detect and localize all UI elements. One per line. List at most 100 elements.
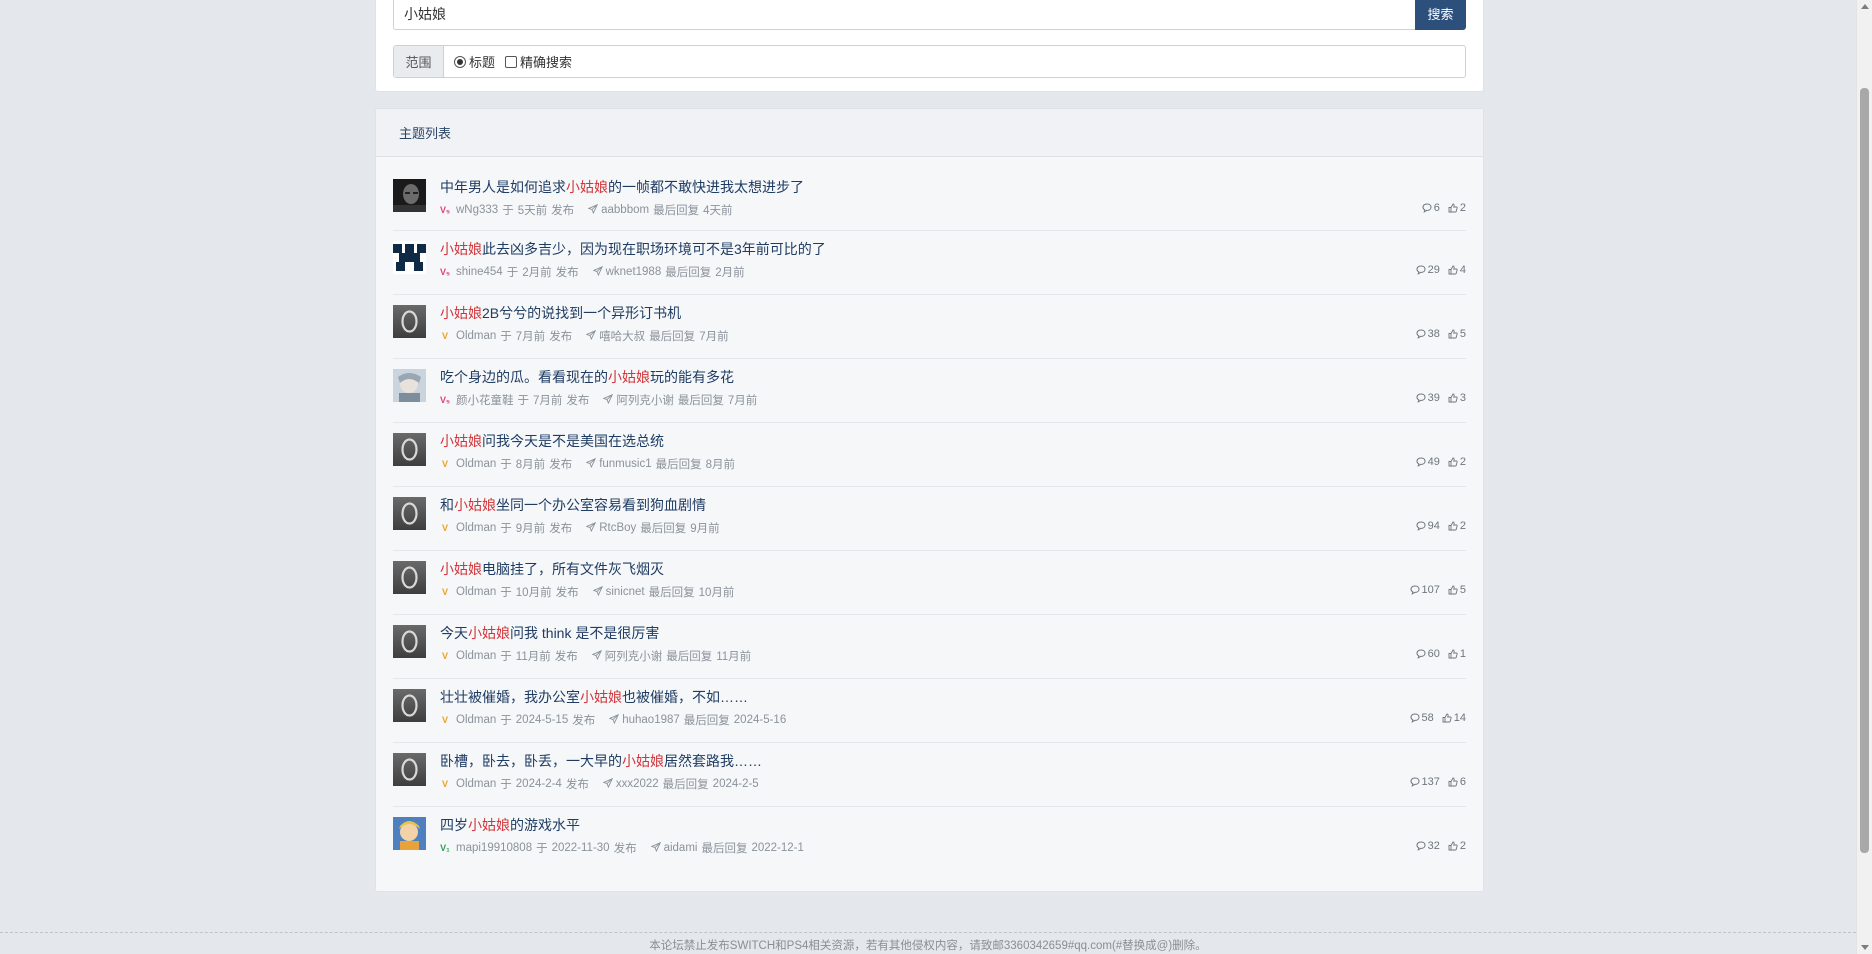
published-word: 发布	[555, 587, 579, 599]
search-input[interactable]	[393, 0, 1415, 30]
thread-meta: V₅ 颜小花童鞋于 7月前 发布 阿列克小谢 最后回复 7月前	[440, 392, 757, 408]
author-name[interactable]: Oldman	[456, 714, 496, 726]
published-word: 发布	[565, 779, 589, 791]
option-title[interactable]: 标题	[454, 52, 495, 71]
user-level-badge-icon: V₅	[439, 204, 451, 215]
thread-title[interactable]: 吃个身边的瓜。看看现在的小姑娘玩的能有多花	[440, 367, 734, 387]
scrollbar-thumb[interactable]	[1860, 88, 1869, 853]
thread-title[interactable]: 小姑娘2B兮兮的说找到一个异形订书机	[440, 303, 681, 323]
last-replier[interactable]: 阿列克小谢	[616, 392, 674, 408]
at-word: 于	[500, 523, 512, 535]
title-keyword-highlight: 小姑娘	[622, 753, 664, 769]
author-name[interactable]: wNg333	[456, 204, 498, 216]
option-exact[interactable]: 精确搜索	[505, 52, 572, 71]
last-reply-word: 最后回复	[701, 843, 748, 855]
thread-row: 今天小姑娘问我 think 是不是很厉害 V Oldman 于 11月前 发布 阿列克小谢最…	[393, 615, 1466, 679]
like-count: 4	[1448, 264, 1466, 276]
scroll-up-arrow-icon[interactable]	[1861, 4, 1869, 9]
last-reply-time: 4天前	[703, 205, 733, 217]
range-label: 范围	[394, 46, 444, 77]
exact-checkbox[interactable]	[505, 55, 518, 68]
posted-time: 2024-5-15	[515, 714, 569, 726]
like-count: 2	[1448, 202, 1466, 214]
thread-meta: V Oldman 于 9月前 发布 RtcBoy 最后回复 9月前	[440, 520, 720, 536]
posted-time: 5天前	[517, 205, 548, 217]
thread-row: 壮壮被催婚，我办公室小姑娘也被催婚，不如…… V Oldman 于 2024-5-15 发…	[393, 679, 1466, 743]
last-reply-word: 最后回复	[666, 651, 713, 663]
last-replier[interactable]: wknet1988	[606, 266, 662, 278]
reply-plane-icon	[602, 393, 614, 407]
last-replier[interactable]: huhao1987	[622, 714, 680, 726]
thread-row: 和小姑娘坐同一个办公室容易看到狗血剧情 V Oldman 于 9月前 发布 RtcBoy 最后…	[393, 487, 1466, 551]
user-avatar[interactable]	[393, 369, 426, 402]
last-replier[interactable]: xxx2022	[616, 778, 659, 790]
user-avatar[interactable]	[393, 179, 426, 212]
user-avatar[interactable]	[393, 433, 426, 466]
last-replier[interactable]: aidami	[664, 842, 698, 854]
title-keyword-highlight: 小姑娘	[580, 689, 622, 705]
thread-title[interactable]: 今天小姑娘问我 think 是不是很厉害	[440, 623, 659, 643]
comment-icon	[1416, 393, 1426, 403]
user-level-badge-icon: V	[441, 522, 448, 533]
thread-stats: 94 2	[1416, 520, 1466, 532]
reply-plane-icon	[608, 713, 620, 727]
like-count: 2	[1448, 840, 1466, 852]
reply-plane-icon	[602, 777, 613, 791]
thread-title[interactable]: 小姑娘电脑挂了，所有文件灰飞烟灭	[440, 559, 664, 579]
last-replier[interactable]: aabbbom	[601, 204, 649, 216]
user-level-badge-icon: V	[441, 586, 448, 597]
last-replier[interactable]: funmusic1	[599, 458, 651, 470]
user-avatar[interactable]	[393, 561, 426, 594]
reply-count: 32	[1416, 840, 1440, 852]
at-word: 于	[500, 459, 512, 471]
author-name[interactable]: Oldman	[456, 650, 496, 662]
title-radio[interactable]	[454, 55, 466, 68]
user-avatar[interactable]	[393, 689, 426, 722]
like-count: 1	[1448, 648, 1466, 660]
author-name[interactable]: Oldman	[456, 778, 496, 790]
user-level-badge-icon: V	[441, 330, 448, 341]
comment-icon	[1416, 521, 1426, 531]
reply-count-value: 137	[1421, 776, 1440, 788]
user-avatar[interactable]	[393, 817, 426, 850]
thumbs-up-icon	[1442, 713, 1452, 723]
author-name[interactable]: 颜小花童鞋	[456, 392, 514, 408]
thread-row: 小姑娘电脑挂了，所有文件灰飞烟灭 V Oldman 于 10月前 发布 sinicnet 最后…	[393, 551, 1466, 615]
at-word: 于	[536, 843, 548, 855]
last-replier[interactable]: 阿列克小谢	[605, 648, 663, 664]
published-word: 发布	[554, 651, 578, 663]
thread-title[interactable]: 小姑娘问我今天是不是美国在选总统	[440, 431, 664, 451]
last-replier[interactable]: RtcBoy	[599, 522, 636, 534]
thread-title[interactable]: 和小姑娘坐同一个办公室容易看到狗血剧情	[440, 495, 706, 515]
author-name[interactable]: shine454	[456, 266, 503, 278]
published-word: 发布	[566, 395, 590, 407]
user-avatar[interactable]	[393, 241, 426, 274]
last-replier[interactable]: 嘻哈大叔	[599, 328, 645, 344]
author-name[interactable]: Oldman	[456, 522, 496, 534]
reply-count-value: 39	[1427, 392, 1440, 404]
author-name[interactable]: Oldman	[456, 586, 496, 598]
thread-title[interactable]: 四岁小姑娘的游戏水平	[440, 815, 580, 835]
thread-title[interactable]: 中年男人是如何追求小姑娘的一帧都不敢快进我太想进步了	[440, 177, 804, 197]
thread-title[interactable]: 卧槽，卧去，卧丢，一大早的小姑娘居然套路我……	[440, 751, 762, 771]
last-reply-time: 7月前	[727, 395, 758, 407]
page-scrollbar[interactable]	[1856, 0, 1872, 954]
user-avatar[interactable]	[393, 497, 426, 530]
scroll-down-arrow-icon[interactable]	[1861, 945, 1869, 950]
last-reply-word: 最后回复	[655, 459, 702, 471]
thread-title[interactable]: 小姑娘此去凶多吉少，因为现在职场环境可不是3年前可比的了	[440, 239, 826, 259]
user-avatar[interactable]	[393, 305, 426, 338]
search-button[interactable]: 搜索	[1415, 0, 1466, 30]
author-name[interactable]: mapi19910808	[456, 842, 532, 854]
author-name[interactable]: Oldman	[456, 458, 496, 470]
last-replier[interactable]: sinicnet	[606, 586, 645, 598]
user-avatar[interactable]	[393, 625, 426, 658]
at-word: 于	[500, 331, 512, 343]
thread-title[interactable]: 壮壮被催婚，我办公室小姑娘也被催婚，不如……	[440, 687, 748, 707]
like-count-value: 4	[1459, 264, 1466, 276]
thread-row: 四岁小姑娘的游戏水平 V₁ mapi19910808 于 2022-11-30 发布 aid…	[393, 807, 1466, 871]
user-avatar[interactable]	[393, 753, 426, 786]
thumbs-up-icon	[1448, 393, 1458, 403]
title-suffix: 电脑挂了，所有文件灰飞烟灭	[482, 561, 664, 577]
author-name[interactable]: Oldman	[456, 330, 496, 342]
